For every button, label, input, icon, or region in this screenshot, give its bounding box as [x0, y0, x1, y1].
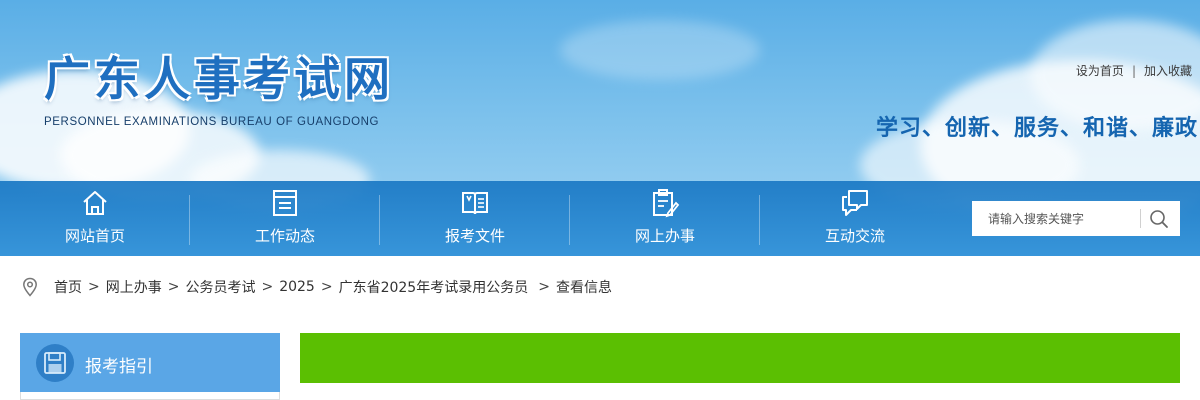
- nav-item-news[interactable]: 工作动态: [190, 181, 380, 256]
- cloud-decoration: [560, 20, 760, 80]
- top-links: 设为首页 | 加入收藏: [1076, 62, 1192, 79]
- set-homepage-link[interactable]: 设为首页: [1076, 64, 1124, 78]
- nav-item-interaction[interactable]: 互动交流: [760, 181, 950, 256]
- search-input[interactable]: [972, 201, 1140, 236]
- search-divider: [1140, 209, 1141, 228]
- nav-item-online-services[interactable]: 网上办事: [570, 181, 760, 256]
- floppy-disk-icon: [44, 352, 66, 374]
- breadcrumb-separator: >: [320, 279, 333, 295]
- breadcrumb-separator: >: [538, 279, 550, 295]
- link-separator: |: [1131, 64, 1136, 78]
- breadcrumb-separator: >: [88, 279, 100, 295]
- nav-item-home[interactable]: 网站首页: [0, 181, 190, 256]
- sidebar-icon-circle: [36, 344, 74, 382]
- breadcrumb-separator: >: [261, 279, 274, 295]
- clipboard-edit-icon: [653, 189, 680, 218]
- nav-item-label: 报考文件: [444, 227, 505, 245]
- nav-item-label: 互动交流: [824, 227, 885, 245]
- news-icon: [273, 190, 297, 216]
- book-icon: [462, 192, 488, 215]
- breadcrumb-item-exam-title[interactable]: 广东省2025年考试录用公务员: [339, 277, 529, 297]
- breadcrumb: 首页 > 网上办事 > 公务员考试 > 2025 > 广东省2025年考试录用公…: [22, 276, 612, 298]
- nav-item-documents[interactable]: 报考文件: [380, 181, 570, 256]
- breadcrumb-item-home[interactable]: 首页: [54, 277, 82, 297]
- sidebar-title: 报考指引: [85, 357, 153, 377]
- nav-item-label: 网站首页: [64, 227, 125, 245]
- breadcrumb-item-civil-service-exam[interactable]: 公务员考试: [185, 277, 255, 297]
- breadcrumb-item-online-services[interactable]: 网上办事: [106, 277, 162, 297]
- site-logo-title[interactable]: 广东人事考试网: [44, 50, 394, 108]
- site-slogan: 学习、创新、服务、和谐、廉政: [875, 116, 1198, 141]
- search-box: [972, 201, 1180, 236]
- breadcrumb-item-year[interactable]: 2025: [279, 279, 315, 295]
- home-icon: [83, 191, 107, 215]
- search-icon[interactable]: [1148, 208, 1170, 230]
- location-pin-icon: [23, 277, 37, 297]
- nav-item-label: 工作动态: [254, 227, 315, 245]
- breadcrumb-separator: >: [167, 279, 180, 295]
- breadcrumb-current: 查看信息: [555, 280, 612, 296]
- chat-bubbles-icon: [842, 190, 868, 216]
- add-favorite-link[interactable]: 加入收藏: [1144, 64, 1192, 78]
- sidebar-body: [20, 392, 280, 400]
- nav-item-label: 网上办事: [634, 227, 695, 245]
- site-logo-subtitle: PERSONNEL EXAMINATIONS BUREAU OF GUANGDO…: [44, 116, 380, 128]
- sidebar-header: 报考指引: [20, 333, 280, 392]
- content-header-bar: [300, 333, 1180, 383]
